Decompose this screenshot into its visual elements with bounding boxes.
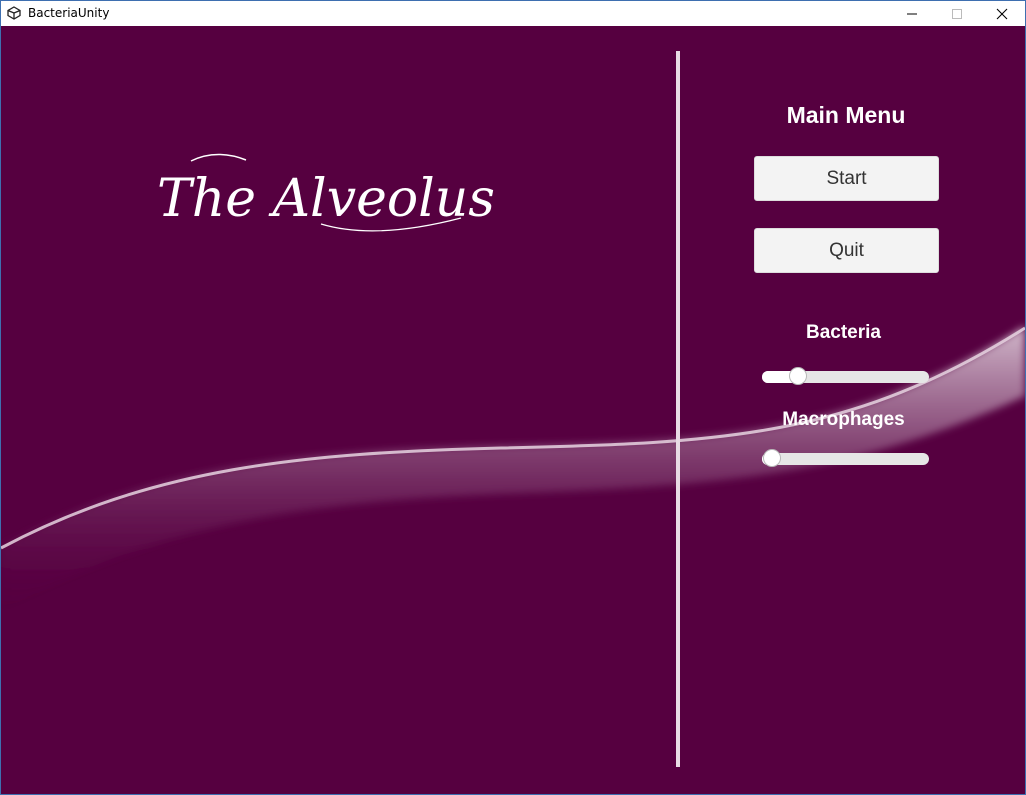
maximize-button[interactable] xyxy=(934,1,980,26)
slider-track xyxy=(762,453,929,465)
window-title: BacteriaUnity xyxy=(28,6,110,20)
bacteria-slider[interactable] xyxy=(762,366,929,388)
game-title-logo: The Alveolus xyxy=(157,153,495,232)
macrophages-slider[interactable] xyxy=(762,448,929,470)
unity-logo-icon xyxy=(7,6,21,20)
close-icon xyxy=(996,8,1008,20)
game-viewport: The Alveolus Main Menu Start Quit Bacter… xyxy=(1,26,1025,794)
vertical-divider xyxy=(676,51,680,767)
start-button[interactable]: Start xyxy=(754,156,939,201)
main-menu-heading: Main Menu xyxy=(786,102,906,128)
minimize-icon xyxy=(907,13,917,15)
maximize-icon xyxy=(952,9,962,19)
bacteria-label: Bacteria xyxy=(806,322,881,343)
application-window: BacteriaUnity The Alveolus Main Menu Sta… xyxy=(0,0,1026,795)
close-button[interactable] xyxy=(979,1,1025,26)
quit-button[interactable]: Quit xyxy=(754,228,939,273)
minimize-button[interactable] xyxy=(889,1,935,26)
game-title: The Alveolus xyxy=(157,169,495,229)
title-bar[interactable]: BacteriaUnity xyxy=(1,1,1025,26)
macrophages-label: Macrophages xyxy=(782,409,905,430)
slider-handle[interactable] xyxy=(763,449,781,467)
